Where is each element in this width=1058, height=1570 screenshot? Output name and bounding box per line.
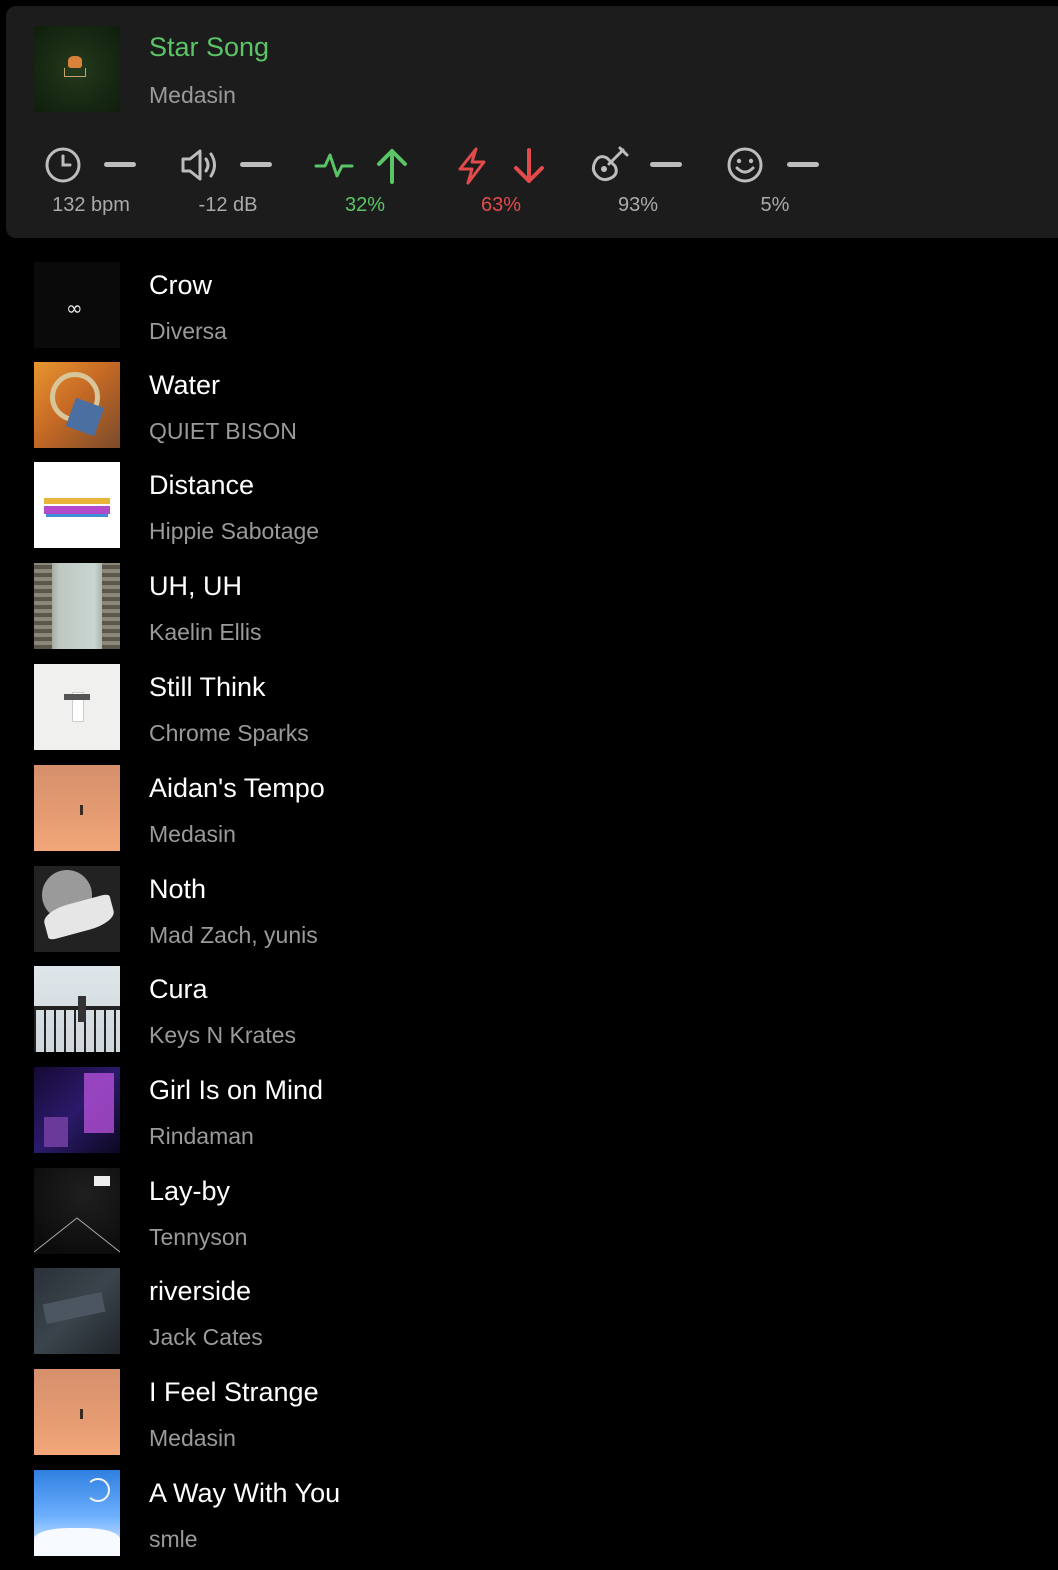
arrow-up-icon xyxy=(377,149,407,184)
track-title: riverside xyxy=(149,1276,252,1306)
metric-acousticness: 93% xyxy=(573,142,703,222)
album-art xyxy=(34,462,120,548)
track-title: I Feel Strange xyxy=(149,1377,319,1407)
smiley-icon xyxy=(727,147,763,183)
track-artist: Mad Zach, yunis xyxy=(149,922,318,948)
track-artist: Hippie Sabotage xyxy=(149,518,320,544)
track-title: Noth xyxy=(149,874,207,904)
album-art xyxy=(34,765,120,851)
danceability-value: 32% xyxy=(344,194,386,216)
loudness-value: -12 dB xyxy=(198,194,258,216)
energy-value: 63% xyxy=(480,194,522,216)
pulse-icon xyxy=(314,153,354,178)
album-art xyxy=(34,866,120,952)
album-art-logo xyxy=(44,498,110,517)
album-art xyxy=(34,1470,120,1556)
track-artist: Medasin xyxy=(149,821,236,847)
album-art: ∞ xyxy=(34,262,120,348)
track-title: Cura xyxy=(149,974,208,1004)
track-artist: Medasin xyxy=(149,1425,236,1451)
valence-dash xyxy=(787,162,819,167)
track-item[interactable]: Cura Keys N Krates xyxy=(0,966,1058,1066)
track-title: Distance xyxy=(149,470,255,500)
track-title: Still Think xyxy=(149,672,266,702)
tempo-value: 132 bpm xyxy=(52,194,130,216)
track-artist: Diversa xyxy=(149,318,227,344)
album-art xyxy=(34,1168,120,1254)
album-art xyxy=(34,1067,120,1153)
arrow-down-icon xyxy=(514,148,544,183)
track-artist: Chrome Sparks xyxy=(149,720,309,746)
track-item[interactable]: I Feel Strange Medasin xyxy=(0,1369,1058,1469)
now-playing-title[interactable]: Star Song xyxy=(149,32,269,63)
album-art-road xyxy=(34,1217,120,1253)
valence-value: 5% xyxy=(760,194,790,216)
clock-icon xyxy=(45,147,81,183)
track-artist: Rindaman xyxy=(149,1123,254,1149)
now-playing-album-art[interactable] xyxy=(34,26,120,112)
metric-loudness: -12 dB xyxy=(163,142,293,222)
album-art xyxy=(34,1369,120,1455)
track-artist: smle xyxy=(149,1526,198,1552)
acousticness-value: 93% xyxy=(617,194,659,216)
track-item[interactable]: Distance Hippie Sabotage xyxy=(0,462,1058,562)
track-item[interactable]: Lay-by Tennyson xyxy=(0,1168,1058,1268)
track-artist: Kaelin Ellis xyxy=(149,619,262,645)
acousticness-dash xyxy=(650,162,682,167)
metric-danceability: 32% xyxy=(300,142,430,222)
track-artist: Tennyson xyxy=(149,1224,248,1250)
track-artist: Jack Cates xyxy=(149,1324,263,1350)
track-title: Girl Is on Mind xyxy=(149,1075,324,1105)
track-item[interactable]: ∞ Crow Diversa xyxy=(0,262,1058,362)
album-art-piano xyxy=(64,68,86,77)
track-item[interactable]: Water QUIET BISON xyxy=(0,362,1058,462)
album-art xyxy=(34,362,120,448)
album-art xyxy=(34,966,120,1052)
track-artist: QUIET BISON xyxy=(149,418,297,444)
track-title: Water xyxy=(149,370,221,400)
track-title: Aidan's Tempo xyxy=(149,773,325,803)
track-title: UH, UH xyxy=(149,571,242,601)
tempo-dash xyxy=(104,162,136,167)
guitar-icon xyxy=(591,146,629,182)
now-playing-artist[interactable]: Medasin xyxy=(149,82,236,109)
album-art-figure xyxy=(68,56,82,68)
metric-energy: 63% xyxy=(436,142,566,222)
track-item[interactable]: Aidan's Tempo Medasin xyxy=(0,765,1058,865)
lightning-icon xyxy=(458,147,486,185)
track-artist: Keys N Krates xyxy=(149,1022,296,1048)
track-title: Crow xyxy=(149,270,213,300)
track-item[interactable]: UH, UH Kaelin Ellis xyxy=(0,563,1058,663)
loudness-dash xyxy=(240,162,272,167)
now-playing-panel: Star Song Medasin 132 bpm -12 dB 32% 63%… xyxy=(6,6,1058,238)
album-art xyxy=(34,563,120,649)
speaker-icon xyxy=(181,149,216,181)
track-item[interactable]: Girl Is on Mind Rindaman xyxy=(0,1067,1058,1167)
track-item[interactable]: Still Think Chrome Sparks xyxy=(0,664,1058,764)
album-art xyxy=(34,1268,120,1354)
track-title: A Way With You xyxy=(149,1478,341,1508)
metric-valence: 5% xyxy=(710,142,840,222)
album-art xyxy=(34,664,120,750)
track-title: Lay-by xyxy=(149,1176,231,1206)
track-item[interactable]: Noth Mad Zach, yunis xyxy=(0,866,1058,966)
metric-tempo: 132 bpm xyxy=(26,142,156,222)
track-item[interactable]: riverside Jack Cates xyxy=(0,1268,1058,1368)
track-item[interactable]: A Way With You smle xyxy=(0,1470,1058,1570)
